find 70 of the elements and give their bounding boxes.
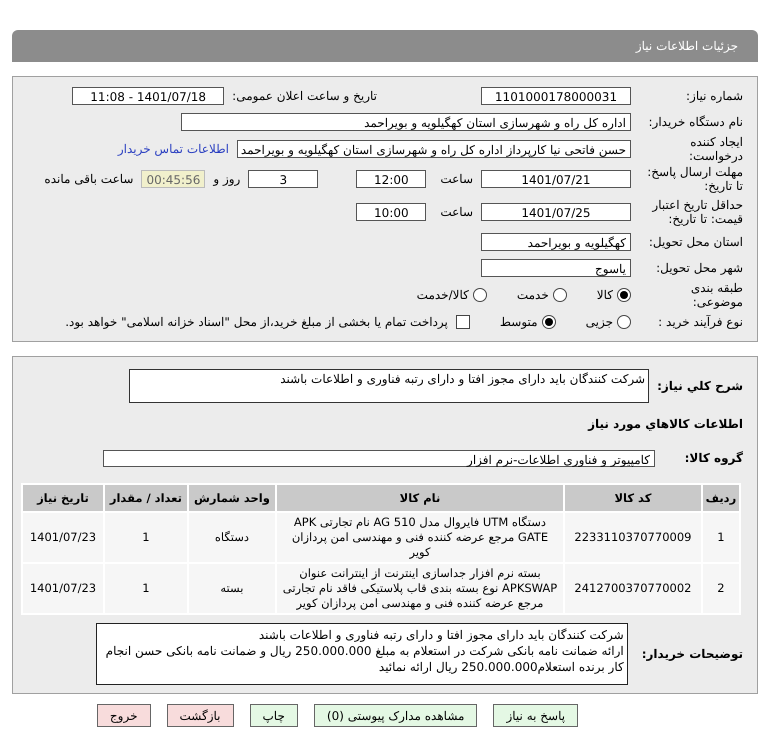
value-field: 1401/07/21 [481, 170, 631, 188]
table-cell: 1401/07/23 [22, 563, 104, 614]
option-label: متوسط [500, 315, 538, 329]
page-title: جزئیات اطلاعات نیاز [636, 39, 738, 53]
field-label: طبقه بندی موضوعی: [690, 281, 743, 309]
field-label: نوع فرآیند خرید : [657, 315, 743, 329]
contact-link[interactable]: اطلاعات تماس خریدار [118, 142, 229, 156]
table-cell: دستگاه UTM فایروال مدل AG 510 نام تجارتی APK GATE مرجع عرضه کننده فنی و مهندسی امن پردازان کویر [276, 512, 564, 563]
radio-button[interactable] [617, 315, 631, 329]
value-field: 1101000178000031 [481, 87, 631, 105]
field-label: ساعت باقی مانده [44, 172, 134, 186]
option-label: کالا [596, 288, 613, 302]
table-cell: 2412700370770002 [564, 563, 702, 614]
value-field: 12:00 [356, 170, 426, 188]
table-cell: 1 [104, 512, 188, 563]
value-field: کامپیوتر و فناوری اطلاعات-نرم افزار [103, 450, 655, 466]
radio-button[interactable] [552, 288, 567, 302]
value-field: 1401/07/25 [481, 203, 631, 221]
action-button[interactable]: چاپ [250, 704, 298, 727]
value-field: اداره کل راه و شهرسازی استان کهگیلویه و بویراحمد [181, 113, 631, 131]
field-label: نام دستگاه خریدار: [648, 115, 743, 129]
table-cell: 2233110370770009 [564, 512, 702, 563]
value-field: 3 [248, 170, 318, 188]
table-cell: دستگاه [188, 512, 276, 563]
field-label: مهلت ارسال پاسخ: تا تاریخ: [646, 165, 743, 193]
value-field: 00:45:56 [141, 170, 206, 188]
table-cell: 1401/07/23 [22, 512, 104, 563]
column-header: تعداد / مقدار [104, 484, 188, 512]
field-label: حداقل تاریخ اعتبار قیمت: تا تاریخ: [650, 198, 743, 226]
value-field: 10:00 [356, 203, 426, 221]
field-label: روز و [213, 172, 240, 186]
column-header: کد کالا [564, 484, 702, 512]
description-field: شرکت کنندگان باید دارای مجوز افتا و دارای رتبه فناوری و اطلاعات باشند [129, 369, 650, 403]
table-cell: 1 [104, 563, 188, 614]
table-cell: بسته نرم افزار جداسازی اینترنت از اینترانت عنوان APKSWAP نوع بسته بندی قاب پلاستیکی فاقد نام تجارتی مرجع عرضه کننده فنی و مهندسی امن پردازان کویر [276, 563, 564, 614]
action-button[interactable]: مشاهده مدارک پیوستی (0) [314, 704, 478, 727]
action-button[interactable]: خروج [96, 704, 150, 727]
field-label: ساعت [440, 172, 473, 186]
field-label: استان محل تحویل: [648, 235, 743, 249]
column-header: واحد شمارش [188, 484, 276, 512]
field-label: تاریخ و ساعت اعلان عمومی: [232, 89, 377, 103]
field-label: شرح کلي نياز: [657, 379, 743, 393]
table-cell: 2 [702, 563, 740, 614]
field-label: ساعت [440, 205, 473, 219]
field-label: شهر محل تحویل: [655, 261, 743, 275]
field-label: توضیحات خریدار: [642, 647, 743, 661]
radio-button[interactable] [542, 315, 556, 329]
column-header: ردیف [702, 484, 740, 512]
value-field: یاسوج [481, 259, 631, 277]
option-label: کالا/خدمت [416, 288, 469, 302]
value-field: 1401/07/18 - 11:08 [72, 87, 224, 105]
column-header: نام کالا [276, 484, 564, 512]
option-label: خدمت [516, 288, 549, 302]
section-title: اطلاعات کالاهاي مورد نياز [588, 417, 743, 431]
option-label: جزیی [586, 315, 613, 329]
table-cell: بسته [188, 563, 276, 614]
radio-button[interactable] [617, 288, 631, 302]
field-label: ایجاد کننده درخواست: [688, 135, 743, 163]
checkbox-label: پرداخت تمام یا بخشی از مبلغ خرید،از محل "اسناد خزانه اسلامی" خواهد بود. [65, 315, 448, 329]
field-label: گروه کالا: [684, 451, 743, 465]
table-cell: 1 [702, 512, 740, 563]
value-field: کهگیلویه و بویراحمد [481, 233, 631, 251]
notes-field: شرکت کنندگان باید دارای مجوز افتا و دارای رتبه فناوری و اطلاعات باشند ارائه ضمانت نامه بانکی شرکت در استعلام به مبلغ 250.000.000 ریال و ضمانت نامه بانکی حسن انجام کار برنده استعلام250.000.000 ریال ارائه نمائید [96, 623, 628, 685]
column-header: تاریخ نیاز [22, 484, 104, 512]
field-label: شماره نیاز: [685, 89, 743, 103]
value-field: حسن فاتحی نیا کارپرداز اداره کل راه و شهرسازی استان کهگیلویه و بویراحمد [237, 140, 631, 158]
checkbox[interactable] [456, 315, 470, 329]
radio-button[interactable] [472, 288, 487, 302]
action-button[interactable]: پاسخ به نیاز [493, 704, 578, 727]
action-button[interactable]: بازگشت [166, 704, 234, 727]
